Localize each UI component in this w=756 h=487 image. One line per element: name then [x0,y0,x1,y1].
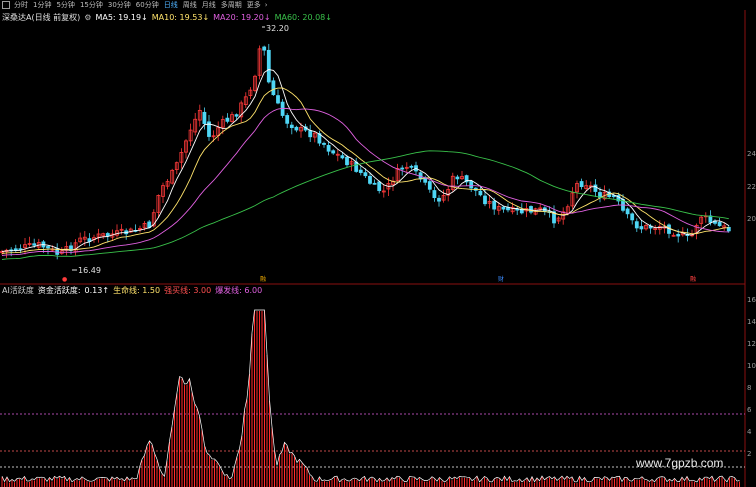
candle-body [271,80,276,96]
watermark: www.7gpzb.com [636,456,724,470]
candle-body [285,115,290,124]
event-marker-1[interactable]: 融 [260,277,266,283]
candle-body [478,190,483,196]
price-tick-20: 20 [747,215,756,223]
candle-body [455,176,460,180]
ind-tick-6: 6 [747,406,752,414]
low-annotation: 16.49 [78,266,101,275]
candle-body [469,180,474,189]
candle-body [676,233,681,237]
ind-tick-4: 4 [747,428,752,436]
event-marker-2[interactable]: 财 [498,277,504,283]
candle-body [266,49,271,83]
candle-body [529,206,533,213]
candle-body [437,197,441,202]
candle-body [289,124,294,129]
candle-body [625,208,630,215]
candle-body [322,142,326,145]
activity-line [1,309,740,483]
candle-body [32,243,37,246]
kline-chart[interactable]: 32.20 16.49 [0,0,756,487]
candle-body [593,184,598,192]
candle-body [276,95,280,104]
ind-tick-8: 8 [747,384,752,392]
candle-body [427,181,432,190]
candle-body [234,114,239,117]
ma5-line [1,69,730,252]
candle-body [225,117,230,122]
candle-body [340,155,345,159]
candle-body [294,126,299,131]
candle-body [202,111,207,124]
high-annotation: 32.20 [266,24,289,33]
candle-body [345,156,349,166]
price-tick-22: 22 [747,183,756,191]
candle-body [363,172,368,177]
ma20-line [1,107,729,256]
candle-body [579,181,584,188]
candle-body [105,233,110,237]
candle-body [483,195,487,205]
candle-body [634,221,639,229]
indicator-panel [0,309,745,487]
ind-tick-12: 12 [747,340,756,348]
candle-body [262,46,267,51]
ind-tick-14: 14 [747,318,756,326]
candle-body [46,246,50,249]
candles [0,43,731,260]
candle-body [326,145,331,152]
event-marker-0[interactable]: ● [62,277,67,283]
candle-body [368,175,372,184]
candle-body [13,248,18,251]
candle-body [358,169,363,173]
candle-body [409,165,414,168]
candle-body [639,226,644,230]
candle-body [708,215,713,223]
candle-body [377,181,382,192]
candle-body [432,190,437,199]
candle-body [501,206,506,210]
candle-body [717,222,722,227]
price-tick-24: 24 [747,150,756,158]
candle-body [372,182,377,185]
ind-tick-10: 10 [747,362,756,370]
candle-body [354,161,359,172]
candle-body [400,167,405,170]
ind-tick-2: 2 [747,450,752,458]
moving-averages [1,69,730,260]
event-marker-3[interactable]: 融 [690,277,696,283]
candle-body [308,130,313,138]
candle-body [630,213,635,221]
candle-body [492,200,497,210]
ind-tick-16: 16 [747,296,756,304]
candle-body [331,150,336,154]
